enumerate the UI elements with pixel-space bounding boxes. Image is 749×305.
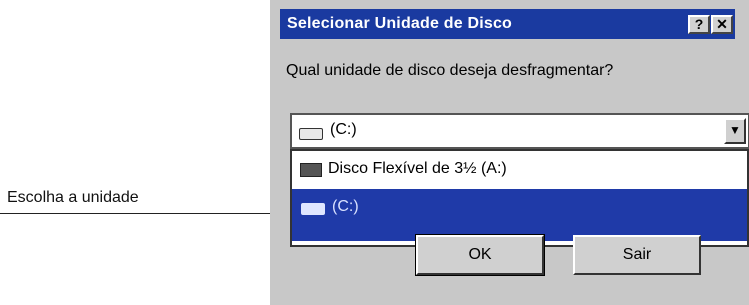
floppy-drive-icon — [300, 163, 322, 177]
close-button[interactable]: ✕ — [711, 15, 733, 34]
hard-drive-icon — [299, 128, 323, 140]
drive-option-label: (C:) — [332, 198, 359, 215]
hard-drive-icon — [301, 203, 325, 215]
drive-option-c[interactable]: (C:) — [292, 189, 747, 241]
ok-button[interactable]: OK — [416, 235, 544, 275]
drive-option-label: Disco Flexível de 3½ (A:) — [328, 160, 507, 177]
callout-label: Escolha a unidade — [7, 189, 139, 206]
dialog-title: Selecionar Unidade de Disco — [287, 15, 513, 32]
help-button[interactable]: ? — [688, 15, 710, 34]
drive-select[interactable]: (C:) ▼ — [290, 113, 749, 149]
exit-button[interactable]: Sair — [573, 235, 701, 275]
select-drive-dialog: Selecionar Unidade de Disco ? ✕ Qual uni… — [270, 0, 749, 305]
drive-select-value: (C:) — [330, 121, 357, 138]
dialog-titlebar: Selecionar Unidade de Disco ? ✕ — [280, 9, 735, 39]
chevron-down-icon[interactable]: ▼ — [724, 118, 746, 144]
question-label: Qual unidade de disco deseja desfragment… — [286, 62, 614, 79]
drive-option-a[interactable]: Disco Flexível de 3½ (A:) — [292, 155, 747, 185]
drive-dropdown-list: Disco Flexível de 3½ (A:) (C:) — [290, 149, 749, 247]
callout-line — [0, 213, 292, 214]
